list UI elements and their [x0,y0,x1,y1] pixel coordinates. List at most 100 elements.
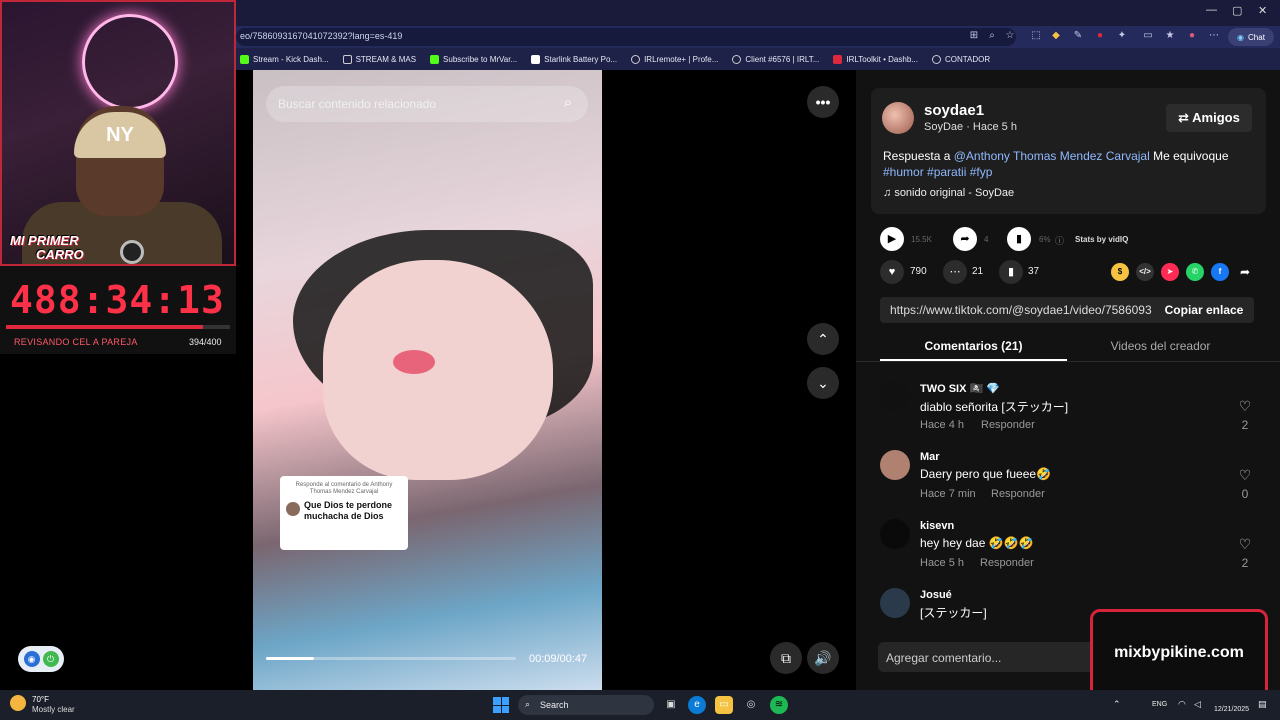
video-frame-lips [393,350,435,374]
comment-like-count: 2 [1241,418,1249,432]
speaker-icon[interactable]: ◁ [1194,699,1201,710]
avatar[interactable] [880,519,910,549]
camera-icon: ◉ [23,651,40,667]
sound-link[interactable]: ♫ sonido original - SoyDae [883,187,1014,199]
file-explorer-icon[interactable]: ▭ [715,696,733,714]
zoom-icon[interactable]: ⌕ [986,30,998,42]
comment-author[interactable]: TWO SIX 🏴‍☠️ 💎 [920,382,1000,395]
add-comment-input[interactable]: Agregar comentario... [878,642,1108,672]
obs-icon[interactable]: ◎ [742,696,760,714]
comment-time: Hace 5 h [920,557,965,569]
share-arrow-icon[interactable]: ➦ [1236,263,1254,281]
bookmark-icon[interactable]: ▮ [999,260,1023,284]
extension-icon[interactable]: ⬚ [1030,30,1042,42]
notifications-icon[interactable]: ▤ [1258,699,1267,710]
creator-username[interactable]: soydae1 [924,102,984,119]
bookmark-item[interactable]: IRLToolkit • Dashb... [833,54,918,64]
comment-time: Hace 4 h [920,419,965,431]
comment-time: Hace 7 min [920,488,976,500]
minimize-icon[interactable]: — [1206,4,1217,16]
weather-description[interactable]: Mostly clear [32,705,75,714]
close-icon[interactable]: ✕ [1258,4,1267,17]
search-icon[interactable]: ⌕ [558,94,578,114]
avatar[interactable] [880,381,910,411]
more-menu-icon[interactable]: ⋯ [1208,30,1220,42]
bookmark-item[interactable]: Stream - Kick Dash... [240,54,329,64]
copilot-chat-button[interactable]: ◉ Chat [1228,28,1274,46]
facebook-icon[interactable]: f [1211,263,1229,281]
copy-link-button[interactable]: Copiar enlace [1154,297,1254,323]
profile-icon[interactable]: ● [1186,30,1198,42]
reply-button[interactable]: Responder [980,557,1034,569]
favorites-icon[interactable]: ★ [1164,30,1176,42]
previous-video-button[interactable]: ⌃ [807,323,839,355]
embed-icon[interactable]: </> [1136,263,1154,281]
friends-button[interactable]: ⇄ Amigos [1166,104,1252,132]
power-icon: ⏻ [42,651,59,667]
maximize-icon[interactable]: ▢ [1232,4,1242,17]
mention-link[interactable]: @Anthony Thomas Mendez Carvajal [954,149,1150,163]
comment-author[interactable]: Mar [920,451,940,463]
bookmark-item[interactable]: Subscribe to MrVar... [430,54,517,64]
related-search-input[interactable]: Buscar contenido relacionado [266,86,588,122]
counter-icon [931,54,941,64]
like-icon[interactable]: ♥ [880,260,904,284]
floating-player-button[interactable]: ⧉ [770,642,802,674]
spotify-icon[interactable]: ≋ [770,696,788,714]
url-field[interactable]: eo/7586093167041072392?lang=es-419 [236,28,1016,46]
comment-like-icon[interactable]: ♡ [1237,536,1253,553]
taskbar-search[interactable]: ⌕ Search [518,695,654,715]
hashtags[interactable]: #humor #paratii #fyp [883,165,992,179]
bookmark-star-icon[interactable]: ☆ [1004,30,1016,42]
bookmark-item[interactable]: CONTADOR [931,54,990,64]
translate-icon[interactable]: ⊞ [968,30,980,42]
wifi-icon[interactable]: ◠ [1178,699,1186,710]
clock-date[interactable]: 12/21/2025 [1214,706,1249,713]
bookmark-item[interactable]: STREAM & MAS [342,54,416,64]
bookmark-item[interactable]: Client #6576 | IRLT... [732,54,819,64]
weather-temp[interactable]: 70°F [32,695,49,704]
comment-icon[interactable]: ⋯ [943,260,967,284]
next-video-button[interactable]: ⌄ [807,367,839,399]
avatar[interactable] [880,588,910,618]
reply-button[interactable]: Responder [991,488,1045,500]
reply-sticker: Responde al comentario de Anthony Thomas… [280,476,408,550]
bookmark-item[interactable]: IRLremote+ | Profe... [631,54,718,64]
video-player[interactable] [253,70,602,690]
extensions-puzzle-icon[interactable]: ✦ [1116,30,1128,42]
stats-by-label[interactable]: Stats by vidIQ [1075,235,1128,244]
bookmark-item[interactable]: Starlink Battery Po... [531,54,617,64]
avatar[interactable] [880,450,910,480]
stats-chart-icon: ▮ [1007,227,1031,251]
info-icon[interactable]: ⓘ [1055,234,1064,247]
send-icon[interactable]: ➤ [1161,263,1179,281]
reply-button[interactable]: Responder [981,419,1035,431]
weather-icon[interactable] [10,695,26,711]
extension-icon[interactable]: ◆ [1050,30,1062,42]
comment-like-icon[interactable]: ♡ [1237,398,1253,415]
comment-like-icon[interactable]: ♡ [1237,467,1253,484]
creator-avatar[interactable] [882,102,914,134]
comment-author[interactable]: kisevn [920,520,954,532]
coin-share-icon[interactable]: $ [1111,263,1129,281]
task-view-icon[interactable]: ▣ [662,696,680,714]
tray-chevron-icon[interactable]: ⌃ [1113,699,1121,710]
edge-icon[interactable]: e [688,696,706,714]
input-language[interactable]: ENG [1152,701,1167,708]
more-options-button[interactable]: ••• [807,86,839,118]
split-screen-icon[interactable]: ▭ [1142,30,1154,42]
volume-button[interactable]: 🔊 [807,642,839,674]
comment-author[interactable]: Josué [920,589,952,601]
tab-creator-videos[interactable]: Videos del creador [1067,339,1254,353]
whatsapp-icon[interactable]: ✆ [1186,263,1204,281]
extension-icon[interactable]: ✎ [1072,30,1084,42]
subathon-timer: 488:34:13 [10,278,225,322]
chat-label: Chat [1248,32,1265,42]
video-link[interactable]: https://www.tiktok.com/@soydae1/video/75… [890,303,1152,317]
neon-sign [82,14,178,110]
windows-start-icon[interactable] [493,697,509,713]
status-pill[interactable]: ◉ ⏻ [18,646,64,672]
tab-comments[interactable]: Comentarios (21) [880,339,1067,353]
extension-icon[interactable]: ● [1094,30,1106,42]
comment-like-count: 2 [1241,556,1249,570]
